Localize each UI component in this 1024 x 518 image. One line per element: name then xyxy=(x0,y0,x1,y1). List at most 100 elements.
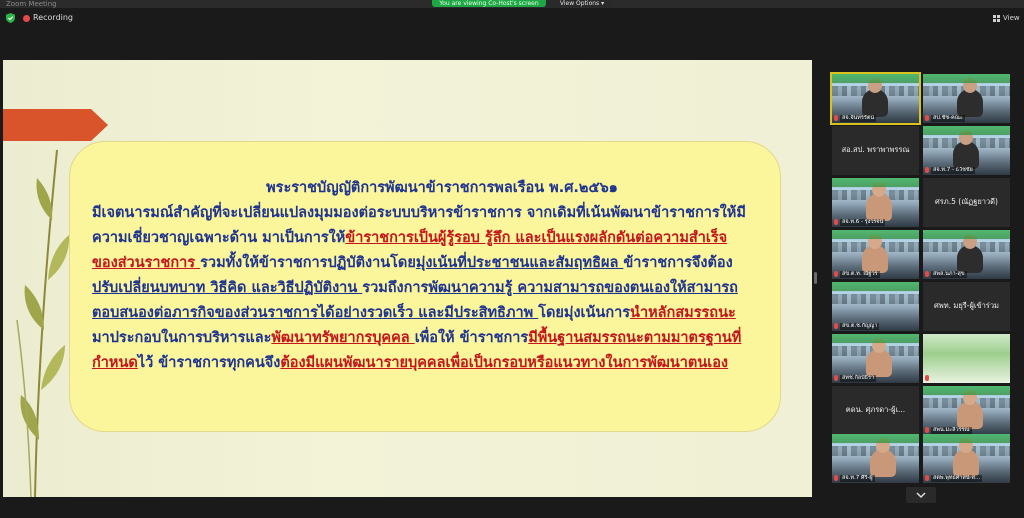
participant-tile[interactable]: สจ.ท.7 ศิริ-ผู้ xyxy=(832,434,919,483)
participant-name: สข.ต.ท. ณัฐวร xyxy=(840,271,880,278)
participant-name: สจ.จันทรรัตน์ xyxy=(840,115,877,122)
slide-text-content: พระราชบัญญัติการพัฒนาข้าราชการพลเรือน พ.… xyxy=(92,176,772,376)
participant-tile[interactable]: สป.ชัช-คณะ xyxy=(923,74,1010,123)
slide-title: พระราชบัญญัติการพัฒนาข้าราชการพลเรือน พ.… xyxy=(266,180,618,196)
muted-mic-icon xyxy=(925,167,929,173)
shared-screen-slide: พระราชบัญญัติการพัฒนาข้าราชการพลเรือน พ.… xyxy=(3,60,812,497)
view-button-label[interactable]: View xyxy=(1003,13,1020,23)
slide-plant-decoration xyxy=(16,149,70,497)
participant-tile[interactable]: สทช.กัลป์ธิรา xyxy=(832,334,919,383)
recording-icon xyxy=(23,15,30,22)
underlined-text: ตอบสนองต่อภารกิจของส่วนราชการได้อย่างรวด… xyxy=(92,305,539,321)
participant-tile[interactable]: ฅดน. ศุภรดา-ผู้เ... xyxy=(832,386,919,435)
slide-line: ความเชี่ยวชาญเฉพาะด้าน มาเป็นการให้ข้ารา… xyxy=(92,226,772,251)
body-text: รวมถึงการ xyxy=(362,280,429,296)
muted-mic-icon xyxy=(834,323,838,329)
zoom-window: Zoom Meeting You are viewing Co-Host's s… xyxy=(0,0,1024,518)
participant-video-person xyxy=(957,78,983,117)
emphasis-text: ข้าราชการเป็นผู้รู้รอบ รู้ลึก และเป็นแรง… xyxy=(345,230,728,246)
participant-video-person xyxy=(866,182,892,221)
muted-mic-icon xyxy=(834,271,838,277)
participant-name: ศพท. มยุรี-ผู้เข้าร่วม xyxy=(934,301,999,310)
muted-mic-icon xyxy=(925,427,929,433)
participant-tile[interactable]: ศพท. มยุรี-ผู้เข้าร่วม xyxy=(923,282,1010,331)
gallery-scroll-down-button[interactable] xyxy=(906,487,936,503)
muted-mic-icon xyxy=(925,375,929,381)
muted-mic-icon xyxy=(834,115,838,121)
participant-video-person xyxy=(953,130,979,169)
window-title: Zoom Meeting xyxy=(6,0,57,8)
emphasis-text: นำหลักสมรรถนะ xyxy=(630,305,736,321)
share-status-banner: You are viewing Co-Host's screen xyxy=(432,0,546,7)
slide-line: ของส่วนราชการ รวมทั้งให้ข้าราชการปฏิบัติ… xyxy=(92,251,772,276)
participant-name: สพน.มะลิวรรณ xyxy=(931,427,972,434)
slide-line: กำหนดไว้ ข้าราชการทุกคนจึงต้องมีแผนพัฒนา… xyxy=(92,351,772,376)
emphasis-text: พัฒนาทรัพยากรบุคคล xyxy=(271,330,415,346)
participant-tile[interactable] xyxy=(923,334,1010,383)
emphasis-text: กำหนด xyxy=(92,355,138,371)
emphasis-text: ของส่วนราชการ xyxy=(92,255,201,271)
participant-video-person xyxy=(870,438,896,477)
participant-tile[interactable]: สจ.ท.7 - ธวัชชัย xyxy=(923,126,1010,175)
slide-line: มาประกอบในการบริหารและพัฒนาทรัพยากรบุคคล… xyxy=(92,326,772,351)
body-text: ความเชี่ยวชาญเฉพาะด้าน มาเป็นการให้ xyxy=(92,230,346,246)
muted-mic-icon xyxy=(925,115,929,121)
view-options-button[interactable]: View Options ▾ xyxy=(552,0,612,7)
participant-name: สจ.ท.7 - ธวัชชัย xyxy=(931,167,975,174)
body-text: รวมทั้งให้ข้าราชการปฏิบัติงานโดย xyxy=(200,255,416,271)
participant-video-person xyxy=(957,390,983,429)
participant-name: สจ.ท.6 - รุ่งโรจน์ xyxy=(840,219,886,226)
body-text: ข้าราชการจึงต้อง xyxy=(623,255,733,271)
participant-name: สข.ต.ช.กัญญา xyxy=(840,323,880,330)
emphasis-text: มีพื้นฐานสมรรถนะตามมาตรฐานที่ xyxy=(528,330,742,346)
participant-tile[interactable]: สข.ต.ท. ณัฐวร xyxy=(832,230,919,279)
participant-video-person xyxy=(953,438,979,477)
participant-name: ฅดน. ศุภรดา-ผู้เ... xyxy=(845,405,906,414)
body-text: มีเจตนารมณ์สำคัญที่จะเปลี่ยนแปลงมุมมองต่… xyxy=(92,205,746,221)
muted-mic-icon xyxy=(925,475,929,481)
participant-video-person xyxy=(862,234,888,273)
participant-tile[interactable]: สอ.สป. พราพาพรรณ xyxy=(832,126,919,175)
participant-tile[interactable]: ศรภ.5 (ณัฏฐยาวดี) xyxy=(923,178,1010,227)
security-shield-icon[interactable] xyxy=(6,13,15,23)
participant-name: ศรภ.5 (ณัฏฐยาวดี) xyxy=(935,197,998,206)
slide-line: ตอบสนองต่อภารกิจของส่วนราชการได้อย่างรวด… xyxy=(92,301,772,326)
participant-video-person xyxy=(866,338,892,377)
muted-mic-icon xyxy=(834,375,838,381)
body-text: เพื่อให้ ข้าราชการ xyxy=(414,330,529,346)
underlined-text: ปรับเปลี่ยนบทบาท วิธีคิด และวิธีปฏิบัติง… xyxy=(92,280,363,296)
participant-name: สตพ.พุทธศาสน์-ส... xyxy=(931,475,983,482)
participant-tile[interactable]: สจ.จันทรรัตน์ xyxy=(830,72,921,125)
participant-tile[interactable]: สจ.ท.6 - รุ่งโรจน์ xyxy=(832,178,919,227)
chevron-down-icon xyxy=(916,492,926,499)
participant-tile[interactable]: สพล.นภา-สุข xyxy=(923,230,1010,279)
gallery-view-icon[interactable] xyxy=(993,15,1001,22)
gallery-resize-handle[interactable] xyxy=(814,272,817,284)
body-text: โดยมุ่งเน้นการ xyxy=(538,305,631,321)
participant-gallery: สจ.จันทรรัตน์ สป.ชัช-คณะสอ.สป. พราพาพรรณส… xyxy=(830,72,1017,484)
muted-mic-icon xyxy=(834,475,838,481)
meeting-toolbar xyxy=(0,9,1024,29)
slide-line: มีเจตนารมณ์สำคัญที่จะเปลี่ยนแปลงมุมมองต่… xyxy=(92,201,772,226)
participant-name: สอ.สป. พราพาพรรณ xyxy=(841,145,910,154)
participant-name: สพล.นภา-สุข xyxy=(931,271,967,278)
participant-tile[interactable]: สข.ต.ช.กัญญา xyxy=(832,282,919,331)
participant-name: สทช.กัลป์ธิรา xyxy=(840,375,877,382)
emphasis-text: ต้องมีแผนพัฒนารายบุคคลเพื่อเป็นกรอบหรือแ… xyxy=(280,355,728,371)
participant-video-person xyxy=(957,234,983,273)
participant-tile[interactable]: สพน.มะลิวรรณ xyxy=(923,386,1010,435)
participant-name: สจ.ท.7 ศิริ-ผู้ xyxy=(840,475,875,482)
body-text: ไว้ ข้าราชการทุกคนจึง xyxy=(137,355,281,371)
underlined-text: พัฒนาความรู้ ความสามารถของตนเองให้สามารถ xyxy=(428,280,738,296)
participant-video-person xyxy=(862,78,888,117)
recording-label[interactable]: Recording xyxy=(33,13,73,23)
participant-tile[interactable]: สตพ.พุทธศาสน์-ส... xyxy=(923,434,1010,483)
participant-name: สป.ชัช-คณะ xyxy=(931,115,965,122)
muted-mic-icon xyxy=(925,271,929,277)
underlined-text: มุ่งเน้นที่ประชาชนและสัมฤทธิผล xyxy=(415,255,624,271)
slide-arrow-shape xyxy=(3,109,108,141)
body-text: มาประกอบในการบริหารและ xyxy=(92,330,272,346)
slide-line: ปรับเปลี่ยนบทบาท วิธีคิด และวิธีปฏิบัติง… xyxy=(92,276,772,301)
muted-mic-icon xyxy=(834,219,838,225)
slide-paragraph: มีเจตนารมณ์สำคัญที่จะเปลี่ยนแปลงมุมมองต่… xyxy=(92,201,772,376)
